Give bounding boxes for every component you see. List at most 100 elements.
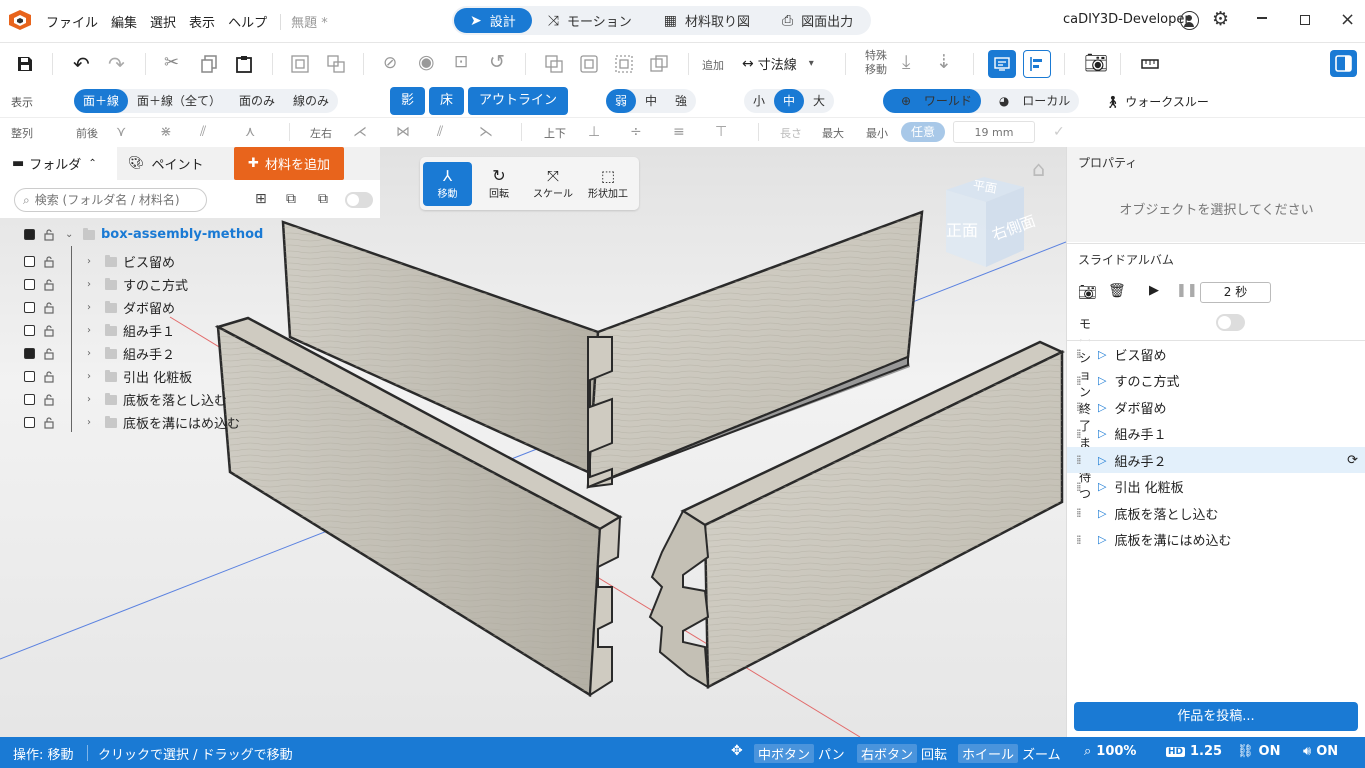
lock-open-icon[interactable] bbox=[44, 324, 54, 337]
length-max-button[interactable]: 最大 bbox=[822, 125, 844, 141]
face-mode-face-line-all[interactable]: 面＋線（全て） bbox=[128, 89, 230, 113]
slide-item[interactable]: ⁞⁞ ▷ 組み手２ ⟳ bbox=[1067, 447, 1365, 473]
chevron-right-icon[interactable]: › bbox=[87, 417, 97, 428]
lock-open-icon[interactable] bbox=[44, 347, 54, 360]
tree-item-checkbox[interactable] bbox=[24, 279, 35, 290]
distribute-ud-icon[interactable]: ≡ bbox=[673, 124, 685, 140]
pause-icon[interactable]: ❚❚ bbox=[1176, 283, 1198, 298]
play-outline-icon[interactable]: ▷ bbox=[1098, 533, 1106, 546]
chevron-right-icon[interactable]: › bbox=[87, 256, 97, 267]
tab-cutlist[interactable]: ▦ 材料取り図 bbox=[648, 8, 766, 33]
chevron-right-icon[interactable]: › bbox=[87, 302, 97, 313]
paste-icon[interactable] bbox=[235, 55, 253, 73]
lock-open-icon[interactable] bbox=[44, 278, 54, 291]
play-outline-icon[interactable]: ▷ bbox=[1098, 374, 1106, 387]
drop-to-floor-icon[interactable]: ⤓ bbox=[902, 51, 920, 73]
align-center-fb-icon[interactable]: ⋇ bbox=[160, 124, 172, 140]
strength-weak[interactable]: 弱 bbox=[606, 89, 637, 113]
play-icon[interactable]: ▶ bbox=[1149, 283, 1159, 298]
play-outline-icon[interactable]: ▷ bbox=[1098, 427, 1106, 440]
drag-handle-icon[interactable]: ⁞⁞ bbox=[1076, 506, 1084, 520]
align-top-icon[interactable]: ⊤ bbox=[715, 124, 727, 140]
collapse-all-icon[interactable]: ⧉ bbox=[318, 191, 328, 207]
chevron-down-icon[interactable]: ⌄ bbox=[65, 229, 75, 240]
chevron-down-icon[interactable]: ▾ bbox=[809, 58, 814, 69]
coord-world[interactable]: ⊕ ワールド bbox=[883, 89, 981, 113]
interval-input[interactable]: 2 秒 bbox=[1200, 282, 1271, 303]
tree-item-checkbox[interactable] bbox=[24, 348, 35, 359]
camera-icon[interactable]: 📷︎ bbox=[1084, 51, 1108, 74]
length-input[interactable] bbox=[953, 121, 1035, 143]
copy-icon[interactable] bbox=[200, 55, 218, 73]
align-front-icon[interactable]: ⋎ bbox=[116, 124, 126, 140]
undo-icon[interactable]: ↶ bbox=[73, 52, 91, 76]
align-center-lr-icon[interactable]: ⋈ bbox=[396, 124, 410, 140]
view-cube[interactable]: 平面 正面 右側面 bbox=[936, 172, 1046, 272]
menu-view[interactable]: 表示 bbox=[189, 12, 215, 31]
sound-toggle[interactable]: 🔊︎ ON bbox=[1303, 744, 1338, 759]
outline-toggle[interactable]: アウトライン bbox=[468, 87, 569, 115]
lock-open-icon[interactable] bbox=[44, 393, 54, 406]
dimension-button[interactable]: ↔ 寸法線 ▾ bbox=[742, 54, 814, 74]
coord-local[interactable]: ◕ ローカル bbox=[981, 89, 1079, 113]
drag-handle-icon[interactable]: ⁞⁞ bbox=[1076, 533, 1084, 547]
align-left-icon[interactable]: ⋌ bbox=[353, 124, 367, 140]
show-icon[interactable]: ◉ bbox=[418, 51, 436, 73]
tree-item[interactable]: › 底板を溝にはめ込む bbox=[24, 411, 240, 434]
camera-icon[interactable]: 📷︎ bbox=[1078, 283, 1097, 301]
face-mode-face-line[interactable]: 面＋線 bbox=[74, 89, 129, 113]
slide-item[interactable]: ⁞⁞ ▷ 組み手１ bbox=[1067, 421, 1365, 447]
play-outline-icon[interactable]: ▷ bbox=[1098, 348, 1106, 361]
shadow-toggle[interactable]: 影 bbox=[390, 87, 426, 115]
tool-scale[interactable]: ⤧ スケール bbox=[526, 162, 580, 206]
maximize-icon[interactable] bbox=[1300, 15, 1310, 25]
play-outline-icon[interactable]: ▷ bbox=[1098, 480, 1106, 493]
tab-design[interactable]: ➤ 設計 bbox=[454, 8, 532, 33]
ungroup-icon[interactable] bbox=[327, 55, 345, 73]
save-icon[interactable] bbox=[16, 55, 34, 73]
lock-open-icon[interactable] bbox=[44, 370, 54, 383]
align-right-icon[interactable]: ⋋ bbox=[479, 124, 493, 140]
menu-edit[interactable]: 編集 bbox=[111, 12, 137, 31]
ruler-icon[interactable] bbox=[1141, 55, 1159, 73]
floor-toggle[interactable]: 床 bbox=[429, 87, 465, 115]
tree-item-checkbox[interactable] bbox=[24, 417, 35, 428]
tree-item-checkbox[interactable] bbox=[24, 325, 35, 336]
merge-icon[interactable] bbox=[650, 55, 668, 73]
lock-open-icon[interactable] bbox=[44, 301, 54, 314]
slide-item[interactable]: ⁞⁞ ▷ すのこ方式 bbox=[1067, 368, 1365, 394]
align-middle-icon[interactable]: ÷ bbox=[630, 124, 642, 140]
tree-item[interactable]: › 底板を落とし込む bbox=[24, 388, 227, 411]
right-panel-toggle[interactable] bbox=[1330, 50, 1357, 77]
drag-handle-icon[interactable]: ⁞⁞ bbox=[1076, 347, 1084, 361]
strength-strong[interactable]: 強 bbox=[666, 89, 696, 113]
minimize-icon[interactable] bbox=[1257, 17, 1267, 19]
slide-item[interactable]: ⁞⁞ ▷ ビス留め bbox=[1067, 341, 1365, 367]
size-large[interactable]: 大 bbox=[804, 89, 834, 113]
drag-handle-icon[interactable]: ⁞⁞ bbox=[1076, 427, 1084, 441]
chevron-right-icon[interactable]: › bbox=[87, 371, 97, 382]
distribute-lr-icon[interactable]: ⫽ bbox=[437, 124, 443, 140]
slide-item[interactable]: ⁞⁞ ▷ 引出 化粧板 bbox=[1067, 474, 1365, 500]
align-back-icon[interactable]: ⋏ bbox=[245, 124, 255, 140]
play-outline-icon[interactable]: ▷ bbox=[1098, 401, 1106, 414]
tree-item-checkbox[interactable] bbox=[24, 256, 35, 267]
menu-select[interactable]: 選択 bbox=[150, 12, 176, 31]
close-icon[interactable]: × bbox=[1340, 9, 1355, 30]
length-arbitrary-button[interactable]: 任意 bbox=[901, 122, 946, 142]
tree-item-checkbox[interactable] bbox=[24, 394, 35, 405]
new-folder-icon[interactable]: ⊞ bbox=[255, 191, 267, 207]
size-medium[interactable]: 中 bbox=[774, 89, 805, 113]
update-snapshot-icon[interactable]: ⟳ bbox=[1347, 453, 1358, 468]
slide-item[interactable]: ⁞⁞ ▷ ダボ留め bbox=[1067, 394, 1365, 420]
search-box[interactable]: ⌕ bbox=[14, 188, 207, 212]
slide-item[interactable]: ⁞⁞ ▷ 底板を落とし込む bbox=[1067, 500, 1365, 526]
tree-item[interactable]: › 組み手１ bbox=[24, 319, 175, 342]
tab-print[interactable]: ⎙ 図面出力 bbox=[766, 8, 869, 33]
lock-open-icon[interactable] bbox=[44, 228, 54, 241]
duplicate-icon[interactable] bbox=[545, 55, 563, 73]
add-material-button[interactable]: ✚ 材料を追加 bbox=[234, 147, 344, 180]
lock-open-icon[interactable] bbox=[44, 255, 54, 268]
chevron-right-icon[interactable]: › bbox=[87, 348, 97, 359]
tab-motion[interactable]: ⤨ モーション bbox=[532, 8, 648, 33]
